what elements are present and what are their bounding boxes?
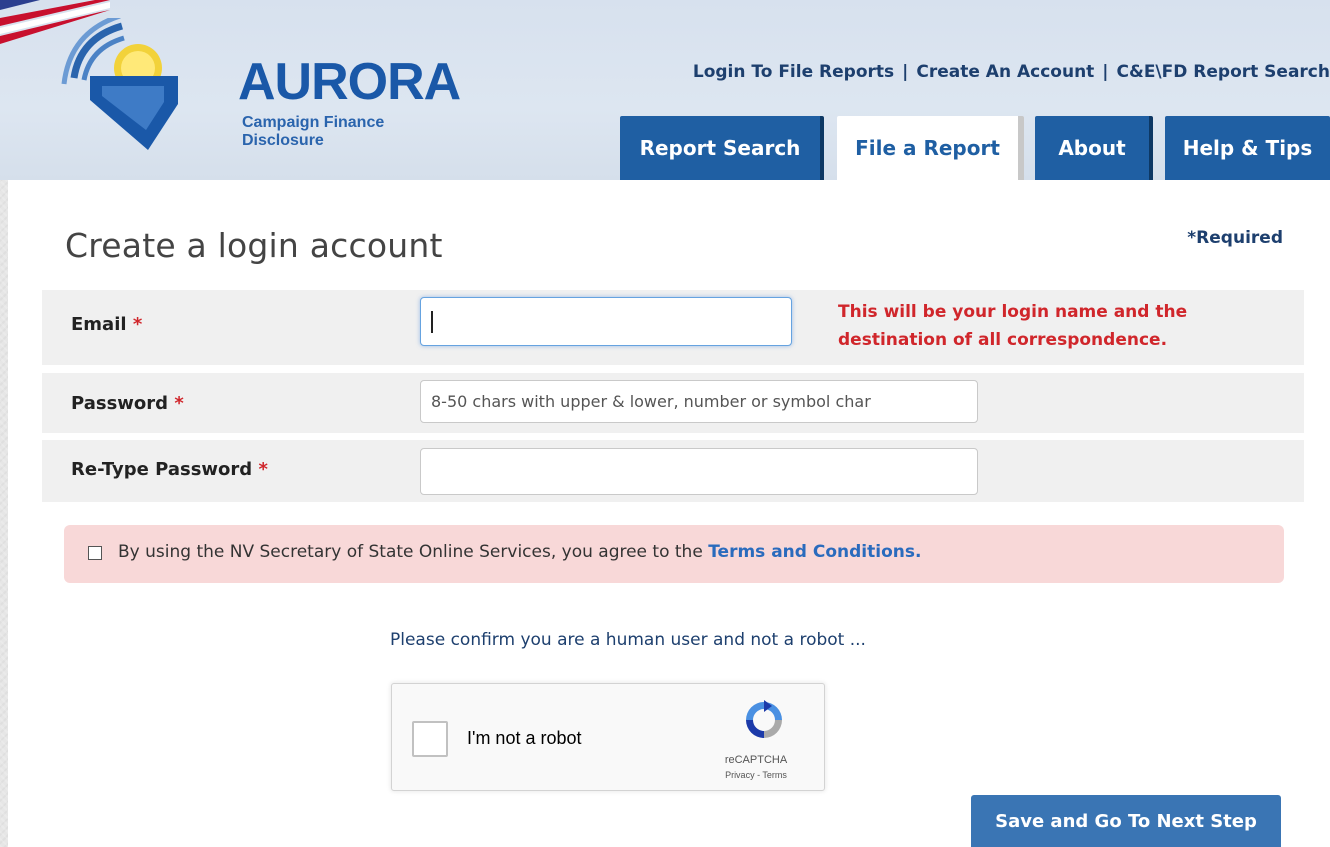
required-marker: * — [132, 314, 143, 335]
text-cursor — [431, 310, 433, 333]
report-search-top-link[interactable]: C&E\FD Report Search — [1117, 62, 1330, 82]
retype-password-field[interactable] — [420, 448, 978, 495]
password-placeholder: 8-50 chars with upper & lower, number or… — [431, 392, 871, 411]
recaptcha-links: Privacy - Terms — [702, 770, 810, 780]
required-marker: * — [258, 459, 268, 480]
recaptcha-label: I'm not a robot — [467, 728, 582, 748]
tab-help-and-tips[interactable]: Help & Tips — [1165, 116, 1330, 180]
tab-file-a-report[interactable]: File a Report — [837, 116, 1024, 180]
password-label: Password * — [71, 393, 184, 414]
email-hint: This will be your login name and the des… — [838, 302, 1188, 350]
terms-checkbox[interactable] — [88, 546, 102, 560]
logo-subtitle: Campaign Finance Disclosure — [242, 114, 385, 149]
email-label: Email * — [71, 314, 142, 335]
tab-report-search[interactable]: Report Search — [620, 116, 824, 180]
email-field[interactable] — [420, 297, 792, 346]
email-label-text: Email — [71, 314, 127, 335]
retype-password-row: Re-Type Password * — [42, 440, 1304, 502]
email-row: Email * This will be your login name and… — [42, 290, 1304, 365]
logo-title: AURORA — [238, 53, 461, 111]
site-header: AURORA Campaign Finance Disclosure Login… — [0, 0, 1330, 180]
page-title: Create a login account — [65, 226, 443, 265]
password-field[interactable]: 8-50 chars with upper & lower, number or… — [420, 380, 978, 423]
recaptcha-brand: reCAPTCHA — [724, 754, 788, 766]
top-link-separator: | — [1102, 62, 1109, 82]
create-an-account-link[interactable]: Create An Account — [916, 62, 1094, 82]
retype-password-label: Re-Type Password * — [71, 459, 268, 480]
save-and-next-button[interactable]: Save and Go To Next Step — [971, 795, 1281, 847]
terms-statement: By using the NV Secretary of State Onlin… — [118, 542, 709, 562]
recaptcha-terms-link[interactable]: Terms — [762, 770, 787, 780]
retype-password-label-text: Re-Type Password — [71, 459, 253, 480]
password-row: Password * 8-50 chars with upper & lower… — [42, 373, 1304, 433]
terms-and-conditions-link[interactable]: Terms and Conditions. — [708, 542, 921, 562]
captcha-prompt: Please confirm you are a human user and … — [390, 630, 866, 650]
recaptcha-checkbox[interactable] — [412, 721, 448, 757]
aurora-logo[interactable]: AURORA Campaign Finance Disclosure — [60, 18, 461, 158]
main-content: Create a login account *Required Email *… — [8, 180, 1330, 847]
login-to-file-reports-link[interactable]: Login To File Reports — [693, 62, 894, 82]
required-marker: * — [174, 393, 184, 414]
password-label-text: Password — [71, 393, 169, 414]
nevada-sun-logo-icon — [61, 18, 178, 150]
recaptcha-widget: I'm not a robot reCAPTCHA Privacy - Term… — [391, 683, 825, 791]
terms-text: By using the NV Secretary of State Onlin… — [118, 542, 921, 562]
tab-about[interactable]: About — [1035, 116, 1153, 180]
terms-notice: By using the NV Secretary of State Onlin… — [64, 525, 1284, 583]
top-link-separator: | — [902, 62, 909, 82]
recaptcha-logo-icon — [746, 700, 782, 738]
recaptcha-privacy-link[interactable]: Privacy — [725, 770, 755, 780]
top-links: Login To File Reports | Create An Account |… — [693, 62, 1330, 82]
required-note: *Required — [1187, 228, 1283, 248]
